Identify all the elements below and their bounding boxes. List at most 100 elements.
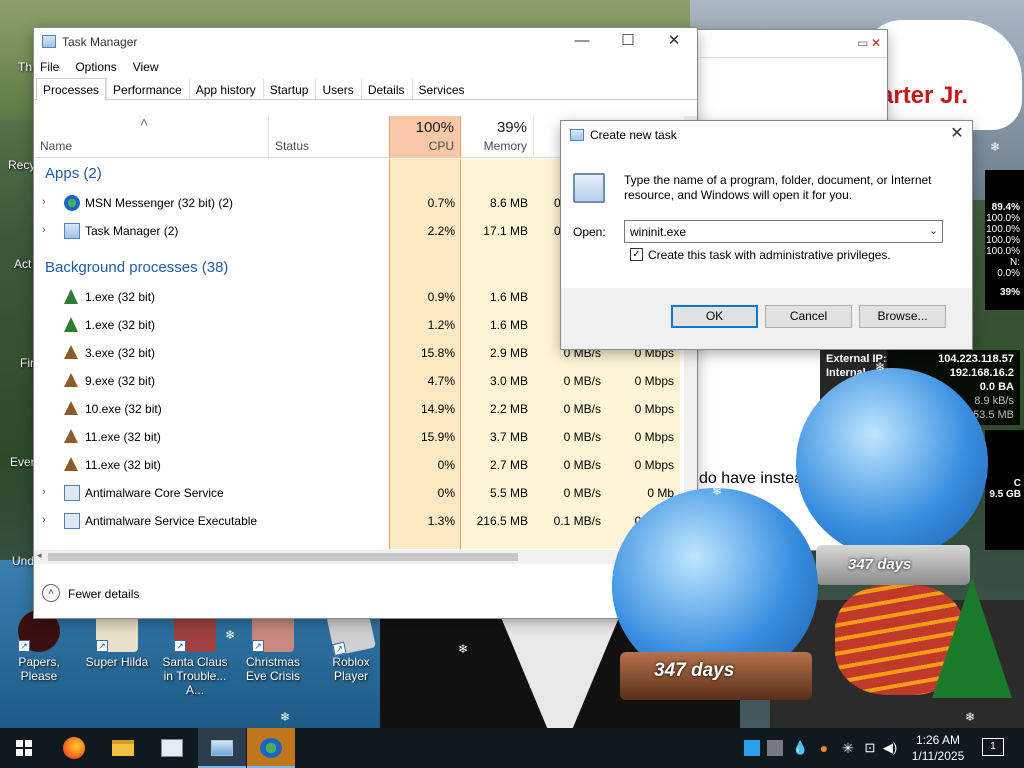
taskbar-paint[interactable] — [148, 728, 196, 768]
expand-chevron-icon[interactable]: › — [42, 514, 46, 526]
maximize-button[interactable]: ☐ — [605, 28, 651, 56]
droplet-icon[interactable]: 💧 — [792, 740, 808, 756]
dialog-title: Create new task — [590, 128, 677, 142]
open-combobox[interactable]: wininit.exe ⌄ — [624, 220, 943, 243]
desktop-icon-papers-please[interactable]: ↗ Papers, Please — [3, 610, 75, 683]
minimize-icon[interactable]: ▭ — [857, 36, 868, 50]
tab-performance[interactable]: Performance — [106, 78, 189, 99]
browse-button[interactable]: Browse... — [859, 305, 946, 328]
open-label: Open: — [573, 225, 606, 239]
expand-chevron-icon[interactable]: › — [42, 486, 46, 498]
tab-details[interactable]: Details — [360, 78, 412, 99]
speech-bubble-text: arter Jr. — [880, 82, 969, 109]
system-clock[interactable]: 1:26 AM 1/11/2025 — [902, 732, 974, 764]
column-status[interactable]: Status — [268, 116, 389, 158]
poop-icon — [64, 457, 78, 471]
admin-privileges-label[interactable]: Create this task with administrative pri… — [648, 248, 891, 262]
system-monitor-gadget: C 9.5 GB — [985, 430, 1024, 550]
tab-users[interactable]: Users — [315, 78, 360, 99]
process-row[interactable]: › Antimalware Service Executable 1.3% 21… — [34, 507, 684, 535]
browser-titlebar[interactable]: ▭ ✕ — [695, 30, 887, 58]
horizontal-scrollbar[interactable]: ◂ — [34, 550, 684, 564]
taskbar-task-manager[interactable] — [198, 728, 246, 768]
desktop-icon-santa-claus[interactable]: ↗ Santa Claus in Trouble... A... — [159, 610, 231, 697]
start-button[interactable] — [0, 728, 48, 768]
chevron-up-icon[interactable]: ˄ — [42, 584, 60, 602]
scrollbar-thumb[interactable] — [48, 553, 518, 561]
fewer-details-button[interactable]: Fewer details — [68, 587, 139, 601]
desktop-icon-christmas-eve-crisis[interactable]: ↗ Christmas Eve Crisis — [237, 610, 309, 683]
tray-app-icon[interactable]: ● — [816, 740, 832, 756]
close-button[interactable]: ✕ — [651, 28, 697, 56]
close-button[interactable]: ✕ — [942, 121, 972, 149]
admin-privileges-checkbox[interactable]: ✓ — [630, 248, 643, 261]
clock-date: 1/11/2025 — [911, 749, 965, 763]
tray-app-icon[interactable] — [744, 740, 760, 756]
ok-button[interactable]: OK — [671, 305, 758, 328]
taskbar: 💧 ● ✳ ⊡ ◀) 1:26 AM 1/11/2025 1 — [0, 728, 1024, 768]
taskbar-firefox[interactable] — [50, 728, 98, 768]
process-row[interactable]: 10.exe (32 bit) 14.9% 2.2 MB 0 MB/s 0 Mb… — [34, 395, 684, 423]
process-row[interactable]: 11.exe (32 bit) 15.9% 3.7 MB 0 MB/s 0 Mb… — [34, 423, 684, 451]
scroll-left-icon[interactable]: ◂ — [37, 550, 42, 561]
sort-arrow-icon: ˄ — [140, 114, 149, 130]
snowflake-icon: ❄ — [965, 710, 976, 724]
task-manager-icon — [211, 740, 233, 756]
network-icon[interactable]: ⊡ — [862, 740, 878, 756]
desktop-icon-label: Papers, Please — [18, 655, 60, 683]
create-new-task-dialog[interactable]: Create new task ✕ Type the name of a pro… — [561, 121, 972, 349]
folder-icon — [112, 740, 134, 756]
desktop-edge-label[interactable]: Th — [18, 60, 32, 74]
desktop-icon-label: Christmas Eve Crisis — [245, 655, 300, 683]
clock-time: 1:26 AM — [915, 733, 961, 747]
taskbar-msn-messenger[interactable] — [247, 728, 295, 768]
desktop-icon-super-hilda[interactable]: ↗ Super Hilda — [81, 610, 153, 669]
column-memory[interactable]: 39% Memory — [461, 116, 534, 158]
column-name[interactable]: ˄ Name — [34, 114, 268, 158]
snow-globe-right — [796, 368, 988, 558]
task-manager-titlebar[interactable]: Task Manager — ☐ ✕ — [34, 28, 697, 56]
tab-services[interactable]: Services — [411, 78, 472, 99]
menu-file[interactable]: File — [40, 60, 59, 74]
chevron-down-icon[interactable]: ⌄ — [929, 224, 938, 237]
expand-chevron-icon[interactable]: › — [42, 196, 46, 208]
volume-icon[interactable]: ◀) — [882, 740, 898, 756]
tab-startup[interactable]: Startup — [262, 78, 316, 99]
open-input[interactable]: wininit.exe — [630, 225, 686, 239]
notification-center-button[interactable]: 1 — [982, 738, 1004, 756]
poop-icon — [64, 373, 78, 387]
minimize-button[interactable]: — — [559, 28, 605, 56]
taskbar-file-explorer[interactable] — [99, 728, 147, 768]
desktop-edge-label[interactable]: Ever — [10, 455, 35, 469]
process-row[interactable]: 11.exe (32 bit) 0% 2.7 MB 0 MB/s 0 Mbps — [34, 451, 684, 479]
desktop-edge-label[interactable]: Fir — [20, 356, 34, 370]
menu-options[interactable]: Options — [75, 60, 116, 74]
snowflake-icon: ❄ — [712, 484, 723, 498]
dialog-titlebar[interactable]: Create new task ✕ — [561, 121, 972, 149]
days-counter-right: 347 days — [848, 556, 912, 573]
footer: ˄ Fewer details — [34, 578, 697, 610]
poop-icon — [64, 401, 78, 415]
process-row[interactable]: › Antimalware Core Service 0% 5.5 MB 0 M… — [34, 479, 684, 507]
snowflake-icon: ❄ — [990, 140, 1001, 154]
column-cpu[interactable]: 100% CPU — [389, 116, 461, 158]
paint-icon — [161, 739, 183, 757]
desktop-icon-roblox-player[interactable]: ↗ Roblox Player — [315, 606, 387, 683]
menu-view[interactable]: View — [133, 60, 159, 74]
tree-icon — [64, 317, 78, 332]
msn-icon — [64, 195, 80, 211]
desktop-edge-label[interactable]: Act — [14, 257, 31, 271]
process-row[interactable]: 9.exe (32 bit) 4.7% 3.0 MB 0 MB/s 0 Mbps — [34, 367, 684, 395]
tray-app-icon[interactable] — [767, 740, 783, 756]
desktop-edge-label[interactable]: Und — [12, 554, 34, 568]
cpu-monitor-gadget: 89.4% 100.0% 100.0% 100.0% 100.0% N: 0.0… — [985, 170, 1024, 310]
christmas-tree-icon — [932, 578, 1012, 698]
tab-processes[interactable]: Processes — [36, 78, 107, 100]
tab-app-history[interactable]: App history — [188, 78, 263, 99]
cancel-button[interactable]: Cancel — [765, 305, 852, 328]
expand-chevron-icon[interactable]: › — [42, 224, 46, 236]
desktop-edge-label[interactable]: Recy — [8, 158, 35, 172]
snowflake-tray-icon[interactable]: ✳ — [840, 740, 856, 756]
close-icon[interactable]: ✕ — [871, 36, 881, 50]
snowflake-icon: ❄ — [225, 628, 236, 642]
